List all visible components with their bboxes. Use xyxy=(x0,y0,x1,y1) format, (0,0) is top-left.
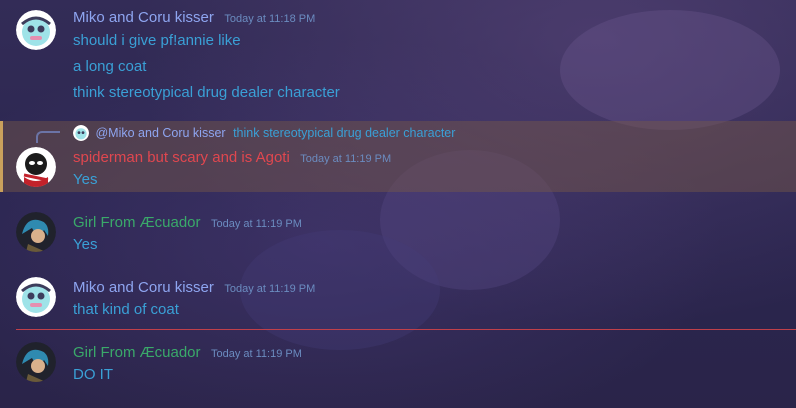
timestamp: Today at 11:19 PM xyxy=(210,348,302,360)
avatar-miko-icon xyxy=(16,277,56,317)
username[interactable]: Miko and Coru kisser xyxy=(73,9,214,26)
new-messages-divider xyxy=(16,329,796,330)
avatar-spider-icon xyxy=(16,147,56,187)
avatar[interactable] xyxy=(16,10,56,50)
message-text: Yes xyxy=(73,171,98,188)
message-group: Girl From Æcuador Today at 11:19 PM DO I… xyxy=(0,338,796,398)
message-group: Miko and Coru kisser Today at 11:19 PM t… xyxy=(0,273,796,328)
reply-avatar xyxy=(73,125,89,141)
reply-text[interactable]: think stereotypical drug dealer characte… xyxy=(233,126,455,140)
message-group: Girl From Æcuador Today at 11:19 PM Yes xyxy=(0,208,796,263)
reply-author[interactable]: @Miko and Coru kisser xyxy=(95,126,225,140)
avatar[interactable] xyxy=(16,342,56,382)
message-group: spiderman but scary and is Agoti Today a… xyxy=(0,143,796,193)
message-group: Miko and Coru kisser Today at 11:18 PM s… xyxy=(0,0,796,110)
timestamp: Today at 11:18 PM xyxy=(224,13,316,25)
message-list: Miko and Coru kisser Today at 11:18 PM s… xyxy=(0,0,796,408)
reply-reference[interactable]: @Miko and Coru kisser think stereotypica… xyxy=(73,125,455,141)
message-text: DO IT xyxy=(73,366,113,383)
message-text: should i give pf!annie like xyxy=(73,32,241,49)
timestamp: Today at 11:19 PM xyxy=(224,283,316,295)
avatar-girl-icon xyxy=(16,342,56,382)
avatar[interactable] xyxy=(16,277,56,317)
avatar[interactable] xyxy=(16,147,56,187)
username[interactable]: Girl From Æcuador xyxy=(73,344,201,361)
message-text: think stereotypical drug dealer characte… xyxy=(73,84,340,101)
message-text: a long coat xyxy=(73,58,147,75)
message-text: that kind of coat xyxy=(73,301,179,318)
username[interactable]: spiderman but scary and is Agoti xyxy=(73,149,290,166)
timestamp: Today at 11:19 PM xyxy=(210,218,302,230)
username[interactable]: Girl From Æcuador xyxy=(73,214,201,231)
avatar-miko-icon xyxy=(16,10,56,50)
username[interactable]: Miko and Coru kisser xyxy=(73,279,214,296)
message-text: Yes xyxy=(73,236,98,253)
timestamp: Today at 11:19 PM xyxy=(300,153,392,165)
avatar[interactable] xyxy=(16,212,56,252)
avatar-miko-icon xyxy=(73,125,89,141)
reply-spine xyxy=(36,131,60,143)
avatar-girl-icon xyxy=(16,212,56,252)
